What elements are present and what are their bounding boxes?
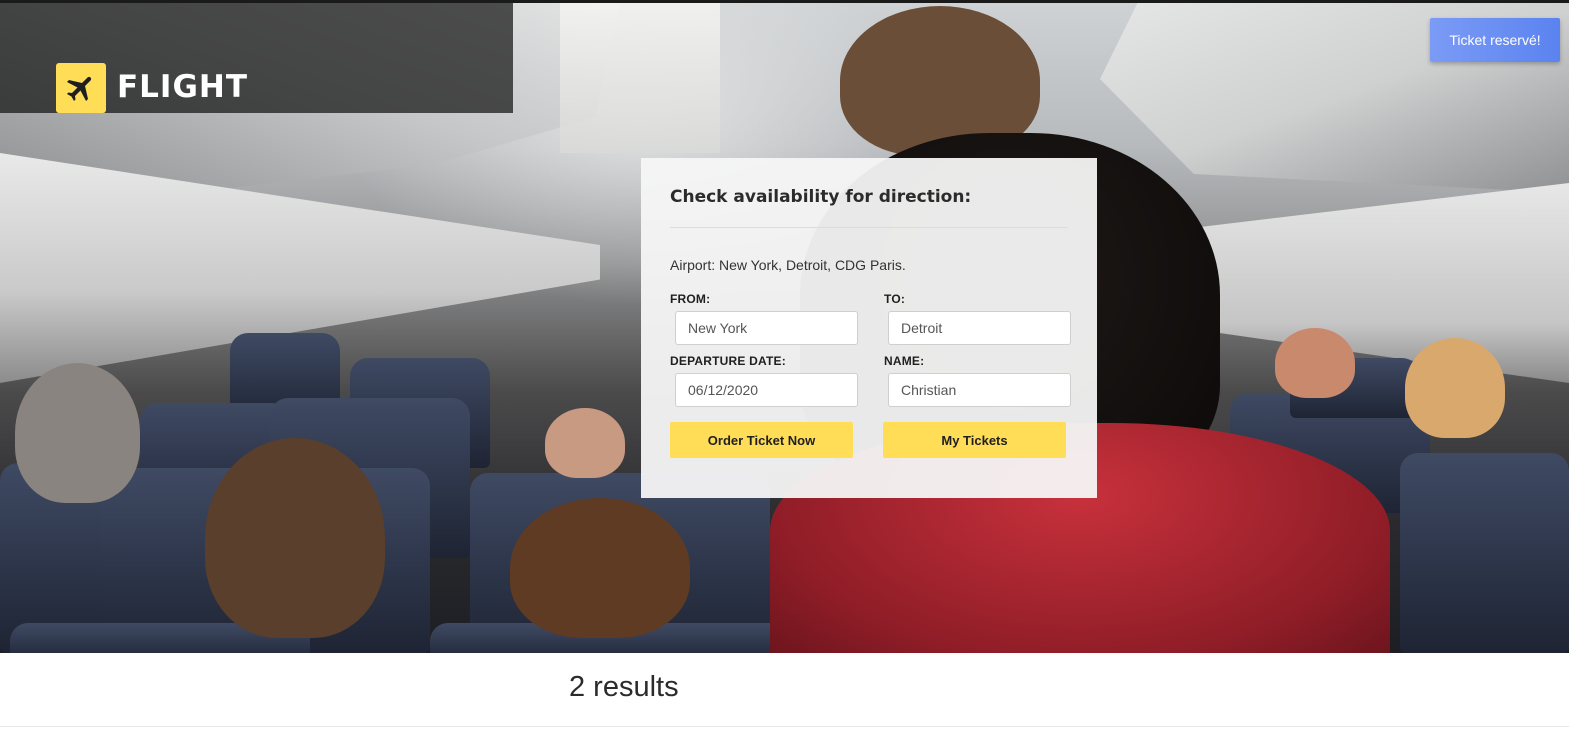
passenger bbox=[1275, 328, 1355, 398]
brand-name[interactable]: FLIGHT bbox=[117, 67, 248, 107]
passenger bbox=[15, 363, 140, 503]
availability-card: Check availability for direction: Airpor… bbox=[641, 158, 1097, 498]
from-label: FROM: bbox=[670, 292, 711, 306]
airplane-icon[interactable] bbox=[56, 63, 106, 113]
departure-date-label: DEPARTURE DATE: bbox=[670, 354, 786, 368]
to-label: TO: bbox=[884, 292, 906, 306]
from-input[interactable] bbox=[675, 311, 858, 345]
name-input[interactable] bbox=[888, 373, 1071, 407]
airports-info: Airport: New York, Detroit, CDG Paris. bbox=[670, 257, 906, 273]
passenger bbox=[205, 438, 385, 638]
card-divider bbox=[670, 227, 1068, 228]
order-ticket-button[interactable]: Order Ticket Now bbox=[670, 422, 853, 458]
my-tickets-button[interactable]: My Tickets bbox=[883, 422, 1066, 458]
results-count: 2 results bbox=[569, 671, 679, 703]
departure-date-input[interactable] bbox=[675, 373, 858, 407]
card-title: Check availability for direction: bbox=[670, 187, 972, 207]
airplane-icon-glyph bbox=[66, 76, 92, 102]
results-bar: 2 results bbox=[0, 653, 1569, 727]
name-label: NAME: bbox=[884, 354, 925, 368]
passenger bbox=[545, 408, 625, 478]
passenger bbox=[1405, 338, 1505, 438]
seat bbox=[1400, 453, 1569, 653]
to-input[interactable] bbox=[888, 311, 1071, 345]
cabin-ceiling bbox=[560, 3, 720, 153]
passenger bbox=[510, 498, 690, 638]
ticket-reserved-button[interactable]: Ticket reservé! bbox=[1430, 18, 1560, 62]
